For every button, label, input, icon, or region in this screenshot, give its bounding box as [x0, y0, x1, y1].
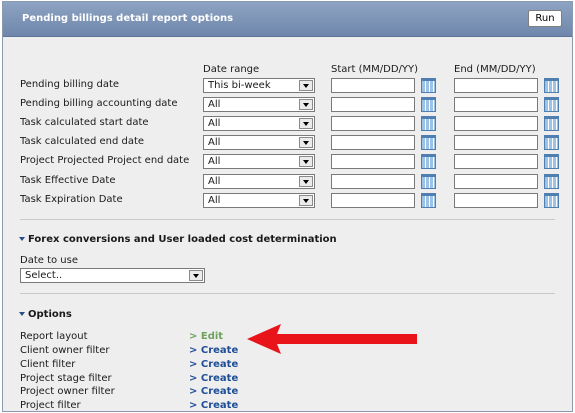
date-row: Pending billing accounting date All [3, 95, 572, 114]
project-filter-create-link[interactable]: > Create [189, 400, 238, 411]
option-label: Project owner filter [20, 386, 115, 397]
report-options-panel: Pending billings detail report options R… [2, 1, 573, 412]
calendar-icon[interactable] [544, 193, 559, 208]
date-range-select[interactable]: All [203, 135, 315, 150]
date-to-use-label: Date to use [20, 255, 78, 266]
option-label: Client owner filter [20, 345, 110, 356]
chevron-down-icon [299, 137, 313, 148]
end-date-input[interactable] [454, 135, 538, 150]
project-owner-filter-create-link[interactable]: > Create [189, 386, 238, 397]
date-range-select[interactable]: All [203, 154, 315, 169]
row-label: Task Expiration Date [20, 194, 123, 205]
calendar-icon[interactable] [421, 116, 436, 131]
end-date-input[interactable] [454, 154, 538, 169]
calendar-icon[interactable] [421, 193, 436, 208]
date-row: Pending billing date This bi-week [3, 76, 572, 95]
end-date-input[interactable] [454, 78, 538, 93]
start-date-input[interactable] [331, 154, 415, 169]
collapse-triangle-icon [19, 312, 25, 316]
date-row: Task Effective Date All [3, 172, 572, 191]
date-row: Project Projected Project end date All [3, 152, 572, 171]
red-arrow-icon [247, 324, 417, 354]
option-label: Report layout [20, 331, 88, 342]
calendar-icon[interactable] [421, 154, 436, 169]
divider [20, 219, 555, 220]
calendar-icon[interactable] [544, 97, 559, 112]
calendar-icon[interactable] [421, 135, 436, 150]
date-row: Task calculated end date All [3, 133, 572, 152]
options-section-toggle[interactable]: Options [19, 309, 72, 320]
row-label: Task calculated start date [20, 117, 149, 128]
forex-section-toggle[interactable]: Forex conversions and User loaded cost d… [19, 234, 337, 245]
calendar-icon[interactable] [421, 78, 436, 93]
row-label: Project Projected Project end date [20, 155, 190, 166]
chevron-down-icon [299, 156, 313, 167]
project-stage-filter-create-link[interactable]: > Create [189, 373, 238, 384]
col-start: Start (MM/DD/YY) [331, 64, 419, 75]
calendar-icon[interactable] [544, 78, 559, 93]
start-date-input[interactable] [331, 97, 415, 112]
date-range-select[interactable]: All [203, 97, 315, 112]
chevron-down-icon [299, 176, 313, 187]
date-to-use-select[interactable]: Select.. [20, 268, 205, 283]
col-date-range: Date range [203, 64, 260, 75]
chevron-down-icon [189, 270, 203, 281]
date-range-select[interactable]: All [203, 193, 315, 208]
options-section-title: Options [28, 309, 72, 320]
end-date-input[interactable] [454, 116, 538, 131]
collapse-triangle-icon [19, 237, 25, 241]
chevron-down-icon [299, 99, 313, 110]
date-row: Task calculated start date All [3, 114, 572, 133]
chevron-down-icon [299, 118, 313, 129]
row-label: Pending billing date [20, 79, 120, 90]
option-label: Client filter [20, 359, 76, 370]
panel-header: Pending billings detail report options R… [3, 2, 572, 37]
col-end: End (MM/DD/YY) [454, 64, 536, 75]
start-date-input[interactable] [331, 78, 415, 93]
calendar-icon[interactable] [421, 97, 436, 112]
chevron-down-icon [299, 80, 313, 91]
run-button[interactable]: Run [528, 10, 562, 27]
row-label: Task Effective Date [20, 175, 116, 186]
date-row: Task Expiration Date All [3, 191, 572, 210]
start-date-input[interactable] [331, 193, 415, 208]
start-date-input[interactable] [331, 116, 415, 131]
end-date-input[interactable] [454, 97, 538, 112]
end-date-input[interactable] [454, 193, 538, 208]
option-label: Project stage filter [20, 373, 112, 384]
date-range-select[interactable]: All [203, 174, 315, 189]
date-range-select[interactable]: All [203, 116, 315, 131]
calendar-icon[interactable] [544, 116, 559, 131]
option-label: Project filter [20, 400, 81, 411]
calendar-icon[interactable] [544, 154, 559, 169]
start-date-input[interactable] [331, 174, 415, 189]
calendar-icon[interactable] [544, 174, 559, 189]
row-label: Task calculated end date [20, 136, 145, 147]
calendar-icon[interactable] [544, 135, 559, 150]
calendar-icon[interactable] [421, 174, 436, 189]
end-date-input[interactable] [454, 174, 538, 189]
client-owner-filter-create-link[interactable]: > Create [189, 345, 238, 356]
row-label: Pending billing accounting date [20, 98, 178, 109]
start-date-input[interactable] [331, 135, 415, 150]
date-range-select[interactable]: This bi-week [203, 78, 315, 93]
client-filter-create-link[interactable]: > Create [189, 359, 238, 370]
page-title: Pending billings detail report options [22, 13, 234, 24]
forex-section-title: Forex conversions and User loaded cost d… [28, 234, 337, 245]
divider [20, 293, 555, 294]
report-layout-edit-link[interactable]: > Edit [189, 331, 223, 342]
chevron-down-icon [299, 195, 313, 206]
